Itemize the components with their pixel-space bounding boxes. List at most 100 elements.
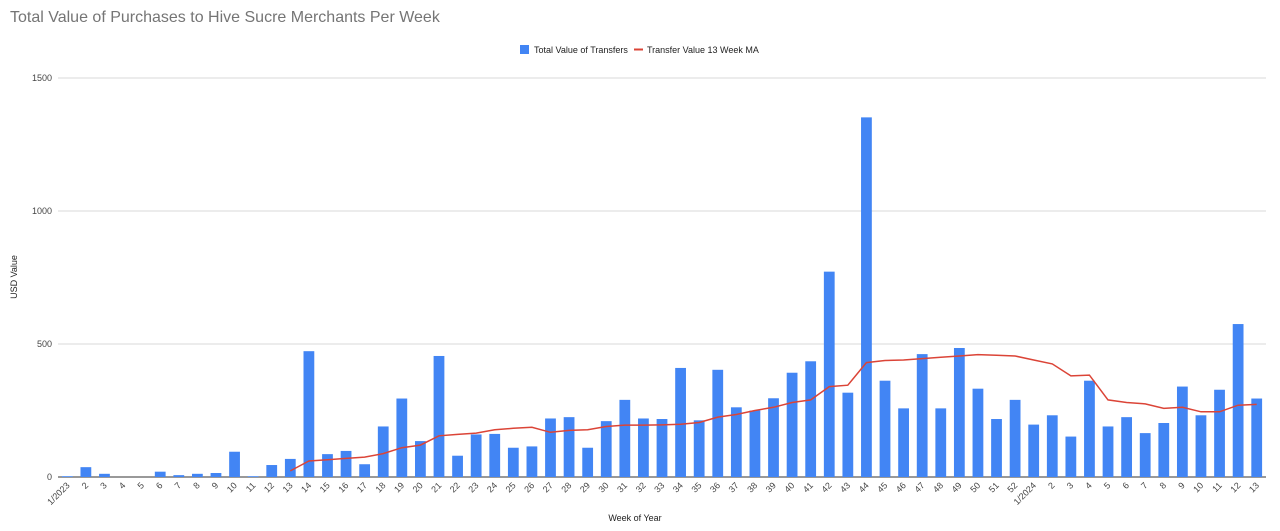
x-tick-label: 6: [154, 480, 165, 491]
y-tick-label: 500: [37, 339, 52, 349]
bar: [433, 355, 445, 477]
x-tick-label: 33: [652, 480, 666, 494]
x-tick-label: 18: [373, 480, 387, 494]
x-tick-label: 28: [559, 480, 573, 494]
bar: [284, 458, 296, 477]
x-axis-ticks: 1/2023 2 3 4 5 6 7 8 9 10 11 12 13 14 15 16 17 18 19 20 21 22…: [45, 480, 1261, 507]
x-tick-label: 47: [912, 480, 926, 494]
bar: [730, 407, 742, 477]
legend-line-swatch: [634, 48, 643, 51]
x-tick-label: 42: [820, 480, 834, 494]
x-tick-label: 10: [1191, 480, 1205, 494]
bar: [749, 410, 761, 477]
legend: Total Value of Transfers Transfer Value …: [520, 45, 759, 55]
x-tick-label: 51: [987, 480, 1001, 494]
x-tick-label: 50: [968, 480, 982, 494]
x-tick-label: 7: [1139, 480, 1150, 491]
x-tick-label: 11: [1210, 480, 1224, 494]
bar: [1102, 426, 1114, 477]
x-tick-label: 5: [1102, 480, 1113, 491]
bar: [842, 392, 854, 477]
bar: [1176, 386, 1188, 477]
bar: [972, 388, 984, 477]
bar: [619, 399, 631, 477]
x-tick-label: 8: [191, 480, 202, 491]
x-tick-label: 26: [522, 480, 536, 494]
bar: [1232, 324, 1244, 477]
x-tick-label: 13: [281, 480, 295, 494]
x-tick-label: 49: [950, 480, 964, 494]
x-tick-label: 17: [355, 480, 369, 494]
bar: [1009, 399, 1021, 477]
y-axis-title: USD Value: [9, 255, 19, 299]
bar: [1121, 417, 1133, 477]
legend-bar-label: Total Value of Transfers: [534, 45, 628, 55]
chart-container: Total Value of Purchases to Hive Sucre M…: [0, 0, 1280, 531]
x-tick-label: 4: [1083, 480, 1094, 491]
x-tick-label: 23: [466, 480, 480, 494]
bar: [1214, 389, 1225, 477]
bar: [266, 465, 278, 477]
x-tick-label: 29: [578, 480, 592, 494]
bar: [953, 347, 965, 477]
x-tick-label: 43: [838, 480, 852, 494]
x-tick-label: 7: [173, 480, 184, 491]
bar: [210, 473, 222, 477]
x-tick-label: 19: [392, 480, 406, 494]
bar-series: [61, 117, 1263, 478]
x-tick-label: 12: [262, 480, 276, 494]
x-tick-label: 32: [634, 480, 648, 494]
x-tick-label: 38: [745, 480, 759, 494]
y-axis-ticks: 0 500 1000 1500: [32, 73, 52, 482]
bar: [173, 475, 185, 477]
x-tick-label: 3: [1065, 480, 1076, 491]
bar: [1251, 398, 1263, 477]
x-tick-label: 9: [1176, 480, 1187, 491]
x-tick-label: 31: [615, 480, 629, 494]
x-tick-label: 36: [708, 480, 722, 494]
y-tick-label: 1500: [32, 73, 52, 83]
bar: [489, 433, 501, 477]
bar: [879, 380, 891, 477]
bar: [1139, 433, 1151, 477]
x-tick-label: 3: [98, 480, 109, 491]
bar: [303, 351, 315, 477]
bar: [638, 418, 649, 477]
x-tick-label: 37: [727, 480, 741, 494]
x-tick-label: 6: [1120, 480, 1131, 491]
x-tick-label: 14: [299, 480, 313, 494]
bar: [452, 455, 463, 477]
bar: [247, 476, 259, 477]
bar: [415, 441, 426, 477]
bar: [675, 367, 686, 477]
bar: [935, 408, 947, 477]
bar: [823, 271, 835, 477]
x-tick-label: 41: [801, 480, 815, 494]
x-tick-label: 21: [429, 480, 443, 494]
legend-line-label: Transfer Value 13 Week MA: [647, 45, 759, 55]
bar: [545, 418, 556, 477]
x-tick-label: 39: [764, 480, 778, 494]
x-tick-label: 2: [80, 480, 91, 491]
bar: [322, 454, 333, 477]
bar: [600, 421, 612, 477]
bar: [396, 398, 408, 477]
bar: [229, 451, 240, 477]
x-tick-label: 35: [689, 480, 703, 494]
bar: [786, 372, 798, 477]
x-tick-label: 46: [894, 480, 908, 494]
bar: [1084, 380, 1095, 477]
x-tick-label: 1/2023: [45, 480, 72, 507]
bar: [61, 476, 73, 477]
x-tick-label: 4: [117, 480, 128, 491]
bar: [1065, 436, 1077, 477]
x-tick-label: 22: [448, 480, 462, 494]
x-tick-label: 11: [244, 480, 258, 494]
bar: [916, 354, 928, 477]
legend-bar-swatch: [520, 45, 529, 54]
bar: [340, 450, 352, 477]
bar: [359, 464, 371, 477]
x-tick-label: 2: [1046, 480, 1057, 491]
bar: [991, 419, 1002, 477]
x-tick-label: 16: [336, 480, 350, 494]
